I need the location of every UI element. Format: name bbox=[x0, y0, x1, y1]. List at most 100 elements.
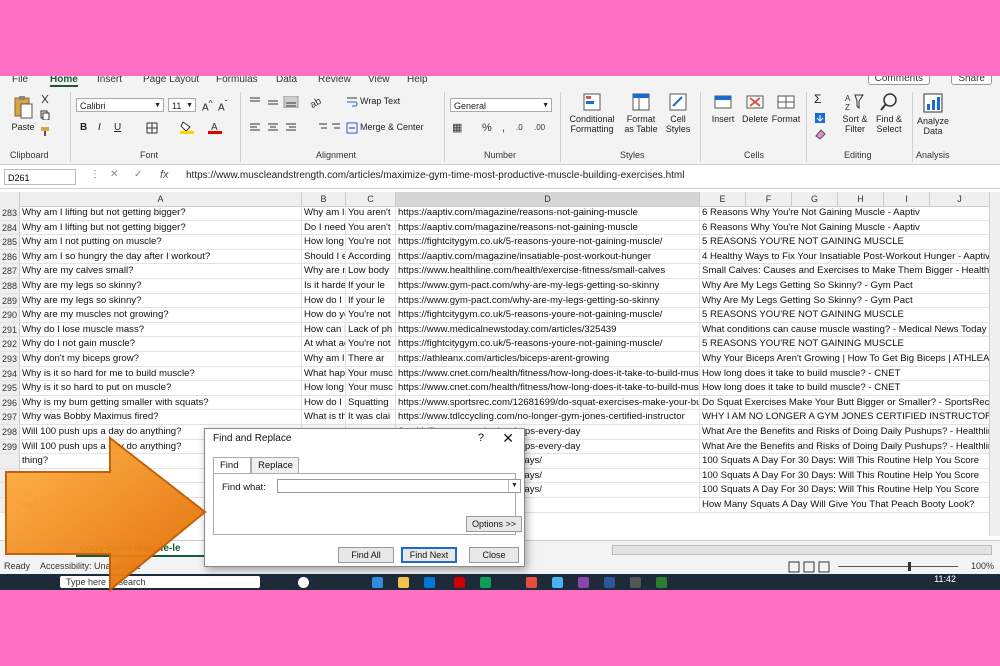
cell-e[interactable]: What Are the Benefits and Risks of Doing… bbox=[700, 425, 990, 439]
wrap-text-button[interactable]: Wrap Text bbox=[360, 96, 400, 106]
insert-function-icon[interactable]: fx bbox=[160, 169, 169, 181]
share-button[interactable]: Share bbox=[951, 76, 992, 85]
cell-c[interactable]: If your le bbox=[346, 279, 396, 293]
cell-e[interactable]: 4 Healthy Ways to Fix Your Insatiable Po… bbox=[700, 249, 990, 264]
cell-b[interactable]: Do I need bbox=[302, 220, 346, 235]
row-header[interactable]: 287 bbox=[0, 264, 20, 278]
cell-styles-button[interactable]: Cell Styles bbox=[662, 92, 694, 134]
zoom-slider[interactable] bbox=[838, 566, 958, 567]
cell-b[interactable]: At what ag bbox=[302, 337, 346, 351]
cell-e[interactable]: What Are the Benefits and Risks of Doing… bbox=[700, 439, 990, 454]
column-header-h[interactable]: H bbox=[838, 192, 884, 206]
app-icon[interactable] bbox=[454, 577, 465, 588]
cell-d[interactable]: https://aaptiv.com/magazine/reasons-not-… bbox=[396, 206, 700, 220]
zoom-slider-thumb[interactable] bbox=[908, 562, 911, 571]
cell-d[interactable]: https://www.gym-pact.com/why-are-my-legs… bbox=[396, 279, 700, 293]
cell-a[interactable]: Why is it so hard for me to build muscle… bbox=[20, 366, 302, 381]
column-header-f[interactable]: F bbox=[746, 192, 792, 206]
row-header[interactable]: 293 bbox=[0, 352, 20, 366]
cell-e[interactable]: Small Calves: Causes and Exercises to Ma… bbox=[700, 264, 990, 278]
app-icon-2[interactable] bbox=[552, 577, 563, 588]
name-box-menu-icon[interactable]: ⋮ bbox=[90, 169, 100, 180]
column-header-j[interactable]: J bbox=[930, 192, 990, 206]
row-header[interactable]: 291 bbox=[0, 322, 20, 337]
cell-c[interactable]: It was clai bbox=[346, 410, 396, 424]
row-header[interactable]: 292 bbox=[0, 337, 20, 351]
cell-a[interactable]: Why don't my biceps grow? bbox=[20, 352, 302, 366]
format-as-table-button[interactable]: Format as Table bbox=[622, 92, 660, 134]
horizontal-scrollbar[interactable] bbox=[612, 545, 992, 555]
number-format-icons[interactable]: ▦%, .0 .00 bbox=[452, 120, 552, 134]
cell-a[interactable]: Why do I not gain muscle? bbox=[20, 337, 302, 351]
borders-icon[interactable] bbox=[146, 122, 158, 134]
row-header[interactable]: 286 bbox=[0, 249, 20, 264]
cell-b[interactable]: Is it harde bbox=[302, 279, 346, 293]
edge-icon[interactable] bbox=[372, 577, 383, 588]
cell-c[interactable]: There ar bbox=[346, 352, 396, 366]
cell-a[interactable]: Why are my legs so skinny? bbox=[20, 279, 302, 293]
tab-review[interactable]: Review bbox=[318, 76, 351, 85]
select-all-corner[interactable] bbox=[0, 192, 20, 206]
row-header[interactable]: 290 bbox=[0, 308, 20, 322]
cell-e[interactable]: 5 REASONS YOU'RE NOT GAINING MUSCLE bbox=[700, 308, 990, 322]
cell-d[interactable]: https://fightcitygym.co.uk/5-reasons-you… bbox=[396, 308, 700, 322]
cell-a[interactable]: Why am I lifting but not getting bigger? bbox=[20, 206, 302, 220]
cell-c[interactable]: Low body bbox=[346, 264, 396, 278]
indent-icons[interactable] bbox=[318, 122, 342, 134]
orientation-icon[interactable]: ab bbox=[308, 94, 322, 108]
cell-c[interactable]: You're not bbox=[346, 337, 396, 351]
grow-font-icon[interactable]: A^ bbox=[202, 98, 213, 113]
find-what-input[interactable]: ▼ bbox=[277, 479, 521, 493]
cortana-icon[interactable] bbox=[298, 577, 309, 588]
file-explorer-icon[interactable] bbox=[398, 577, 409, 588]
cell-c[interactable]: You're not bbox=[346, 235, 396, 249]
column-header-i[interactable]: I bbox=[884, 192, 930, 206]
zoom-level[interactable]: 100% bbox=[971, 561, 994, 571]
cell-a[interactable]: Why are my legs so skinny? bbox=[20, 293, 302, 308]
tab-data[interactable]: Data bbox=[276, 76, 297, 85]
vertical-scrollbar[interactable] bbox=[989, 192, 1000, 536]
cell-d[interactable]: https://fightcitygym.co.uk/5-reasons-you… bbox=[396, 337, 700, 351]
fill-icon[interactable] bbox=[814, 112, 826, 124]
cell-c[interactable]: Squatting bbox=[346, 395, 396, 410]
insert-cells-button[interactable]: Insert bbox=[708, 92, 738, 124]
cell-d[interactable]: https://aaptiv.com/magazine/reasons-not-… bbox=[396, 220, 700, 235]
cell-c[interactable]: Your musc bbox=[346, 381, 396, 395]
bold-icon[interactable]: B bbox=[80, 122, 87, 133]
tab-replace[interactable]: Replace bbox=[251, 457, 299, 473]
tab-file[interactable]: File bbox=[12, 76, 28, 85]
cell-e[interactable]: 6 Reasons Why You're Not Gaining Muscle … bbox=[700, 206, 990, 220]
cell-a[interactable]: Why am I lifting but not getting bigger? bbox=[20, 220, 302, 235]
merge-center-icon[interactable] bbox=[346, 122, 358, 134]
find-select-button[interactable]: Find & Select bbox=[872, 92, 906, 134]
cell-e[interactable]: Why Are My Legs Getting So Skinny? - Gym… bbox=[700, 293, 990, 308]
app-icon-5[interactable] bbox=[656, 577, 667, 588]
cell-e[interactable]: Why Your Biceps Aren't Growing | How To … bbox=[700, 352, 990, 366]
column-header-g[interactable]: G bbox=[792, 192, 838, 206]
merge-center-button[interactable]: Merge & Center bbox=[360, 122, 424, 132]
tab-home[interactable]: Home bbox=[50, 76, 78, 87]
column-header-c[interactable]: C bbox=[346, 192, 396, 206]
row-header[interactable]: 294 bbox=[0, 366, 20, 381]
cell-e[interactable]: How long does it take to build muscle? -… bbox=[700, 366, 990, 381]
column-header-d[interactable]: D bbox=[396, 192, 700, 206]
row-header[interactable]: 283 bbox=[0, 206, 20, 220]
tab-page-layout[interactable]: Page Layout bbox=[143, 76, 199, 85]
chrome-icon[interactable] bbox=[526, 577, 537, 588]
tab-view[interactable]: View bbox=[368, 76, 390, 85]
sort-filter-button[interactable]: AZ Sort & Filter bbox=[838, 92, 872, 134]
options-button[interactable]: Options >> bbox=[466, 516, 522, 532]
excel-taskbar-icon[interactable] bbox=[480, 577, 491, 588]
cell-b[interactable]: What is th bbox=[302, 410, 346, 424]
cell-b[interactable]: How can I bbox=[302, 322, 346, 337]
name-box[interactable]: D261 bbox=[4, 169, 76, 185]
cell-c[interactable]: Your musc bbox=[346, 366, 396, 381]
cancel-edit-icon[interactable]: ✕ bbox=[110, 169, 118, 180]
find-next-button[interactable]: Find Next bbox=[401, 547, 457, 563]
vertical-align-icons[interactable] bbox=[248, 96, 308, 108]
cell-e[interactable]: 100 Squats A Day For 30 Days: Will This … bbox=[700, 454, 990, 468]
confirm-edit-icon[interactable]: ✓ bbox=[134, 169, 142, 180]
cell-d[interactable]: https://athleanx.com/articles/biceps-are… bbox=[396, 352, 700, 366]
cell-b[interactable]: How do yo bbox=[302, 308, 346, 322]
cell-e[interactable]: 5 REASONS YOU'RE NOT GAINING MUSCLE bbox=[700, 337, 990, 351]
